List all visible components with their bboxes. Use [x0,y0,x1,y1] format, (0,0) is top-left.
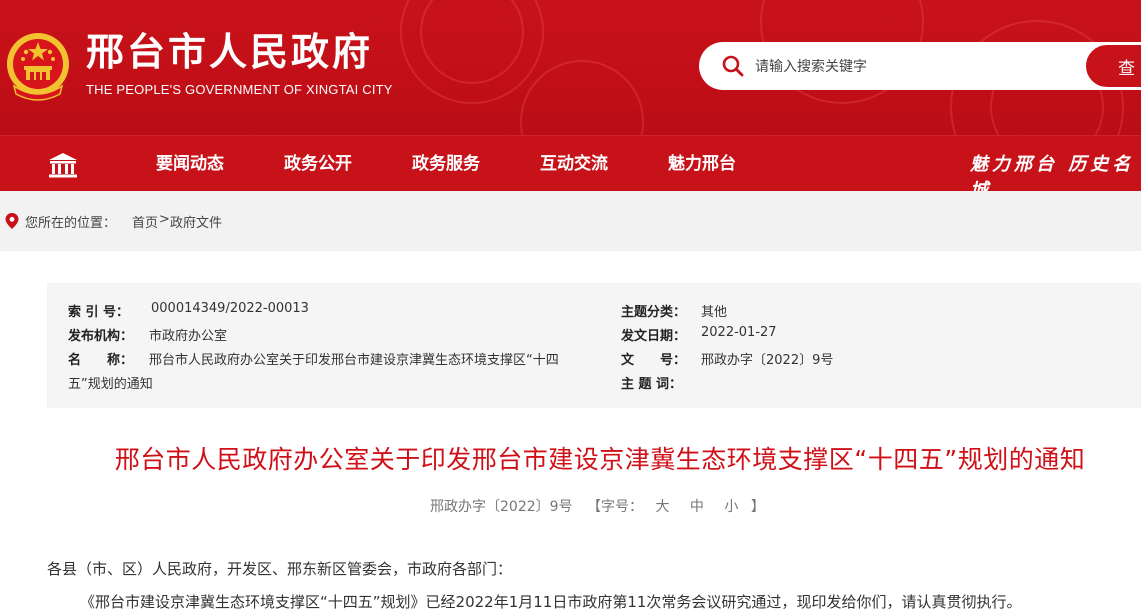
breadcrumb-label: 您所在的位置： [25,216,117,231]
main-nav: 要闻动态 政务公开 政务服务 互动交流 魅力邢台 魅力邢台 历史名城 [0,135,1141,201]
index-label: 索 引 号： [68,305,130,320]
date-value: 2022-01-27 [701,325,777,340]
document-meta: 索 引 号： 000014349/2022-00013 发布机构： 市政府办公室… [47,283,1141,408]
national-emblem-icon [7,33,69,101]
nav-item-news[interactable]: 要闻动态 [156,136,224,192]
breadcrumb: 您所在的位置： 首页 > 政府文件 [0,191,1141,251]
font-size-small-link[interactable]: 小 [724,499,738,515]
site-title: 邢台市人民政府 [86,30,374,74]
breadcrumb-home-link[interactable]: 首页 [132,212,158,231]
decor-rose [520,60,644,135]
site-header: 邢台市人民政府 THE PEOPLE'S GOVERNMENT OF XINGT… [0,0,1141,135]
article-subline: 邢政办字〔2022〕9号 【字号： 大 中 小 】 [430,496,765,516]
font-size-large-link[interactable]: 大 [655,499,669,515]
category-label: 主题分类： [621,305,687,320]
search-input[interactable] [753,53,1077,81]
breadcrumb-separator: > [159,212,170,227]
search-box: 查 [699,42,1141,90]
nav-item-interaction[interactable]: 互动交流 [540,136,608,192]
nav-item-services[interactable]: 政务服务 [412,136,480,192]
home-icon[interactable] [48,152,78,178]
font-size-medium-link[interactable]: 中 [690,499,704,515]
date-label: 发文日期： [621,329,687,344]
location-pin-icon [5,213,19,229]
font-size-suffix: 】 [750,499,765,515]
search-button[interactable]: 查 [1083,42,1141,90]
search-icon [722,55,744,77]
name-value-line2: 五”规划的通知 [68,377,153,392]
keywords-label: 主 题 词： [621,377,683,392]
org-value: 市政府办公室 [149,329,228,344]
article-paragraph-2: 《邢台市建设京津冀生态环境支撑区“十四五”规划》已经2022年1月11日市政府第… [80,593,1022,611]
site-subtitle: THE PEOPLE'S GOVERNMENT OF XINGTAI CITY [86,82,393,97]
doc-number-label: 文 号： [621,353,687,368]
org-label: 发布机构： [68,329,134,344]
category-value: 其他 [701,305,728,320]
article-paragraph-1: 各县（市、区）人民政府，开发区、邢东新区管委会，市政府各部门： [47,560,513,578]
nav-item-charm[interactable]: 魅力邢台 [668,136,736,192]
nav-item-gov-affairs[interactable]: 政务公开 [284,136,352,192]
font-size-prefix: 【字号： [587,499,643,515]
name-label: 名 称： [68,353,134,368]
breadcrumb-current-link[interactable]: 政府文件 [170,212,222,231]
doc-number-value: 邢政办字〔2022〕9号 [701,353,834,368]
article-doc-number: 邢政办字〔2022〕9号 [430,499,573,515]
name-value-line1: 邢台市人民政府办公室关于印发邢台市建设京津冀生态环境支撑区“十四 [149,353,559,368]
article-title: 邢台市人民政府办公室关于印发邢台市建设京津冀生态环境支撑区“十四五”规划的通知 [114,445,1086,474]
index-value: 000014349/2022-00013 [151,301,309,316]
